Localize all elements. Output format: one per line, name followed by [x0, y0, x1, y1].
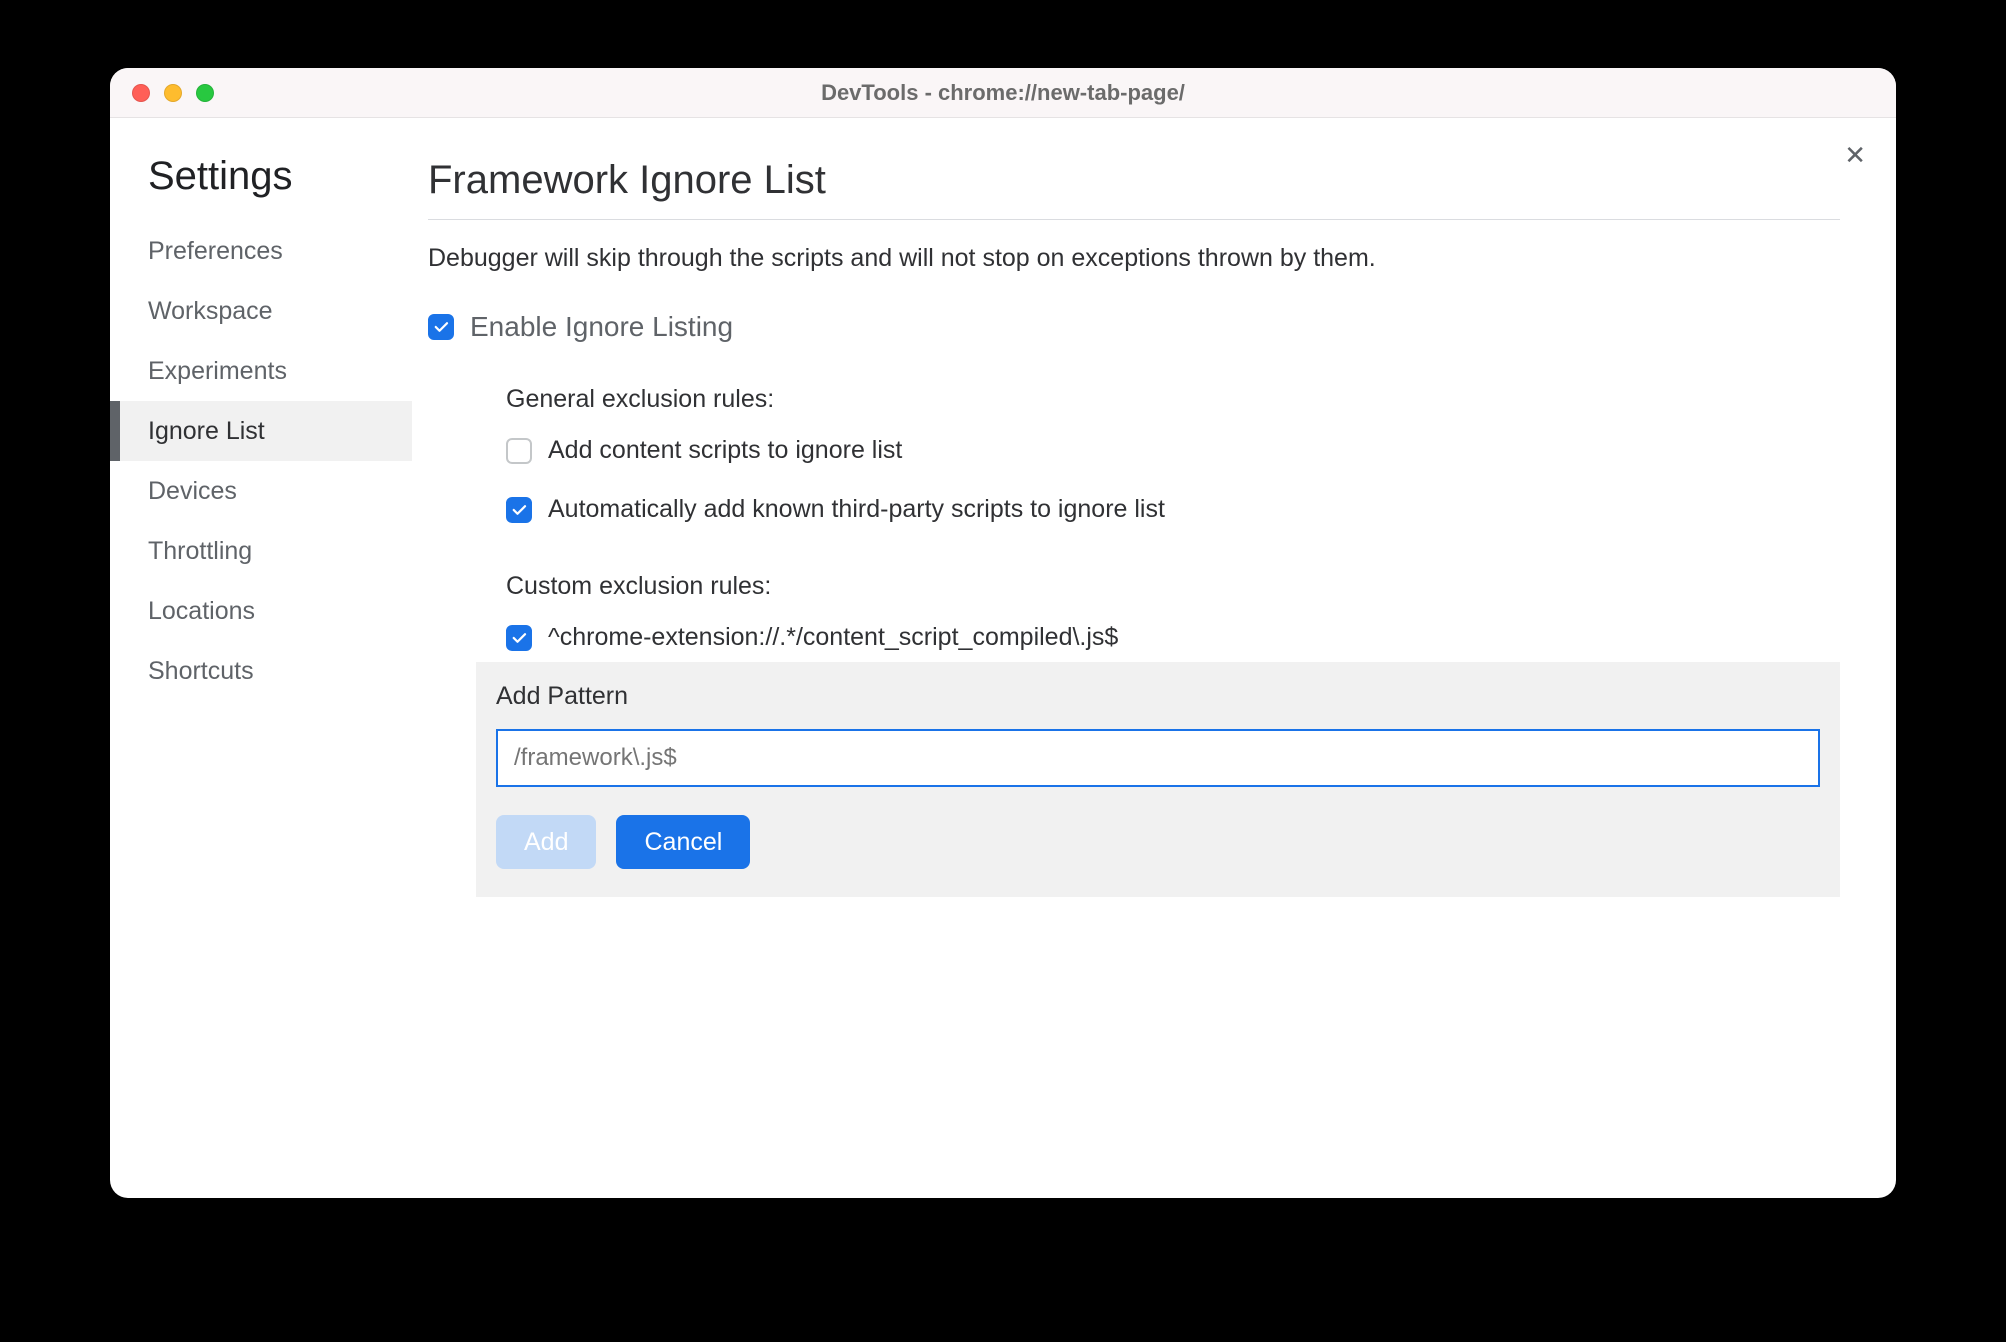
page-description: Debugger will skip through the scripts a… [428, 244, 1840, 273]
general-rule-row: Automatically add known third-party scri… [506, 495, 1840, 524]
enable-ignore-listing-label: Enable Ignore Listing [470, 311, 733, 343]
check-icon [510, 629, 528, 647]
window-close-button[interactable] [132, 84, 150, 102]
settings-sidebar: Settings Preferences Workspace Experimen… [110, 118, 412, 1198]
add-pattern-title: Add Pattern [496, 682, 1820, 711]
sidebar-item-shortcuts[interactable]: Shortcuts [110, 641, 412, 701]
add-pattern-panel: Add Pattern Add Cancel [476, 662, 1840, 897]
sidebar-item-label: Shortcuts [148, 657, 254, 686]
auto-third-party-checkbox[interactable] [506, 497, 532, 523]
divider [428, 219, 1840, 220]
sidebar-item-workspace[interactable]: Workspace [110, 281, 412, 341]
sidebar-item-preferences[interactable]: Preferences [110, 221, 412, 281]
window-minimize-button[interactable] [164, 84, 182, 102]
custom-rule-checkbox[interactable] [506, 625, 532, 651]
close-icon[interactable]: ✕ [1844, 142, 1866, 168]
content-area: ✕ Settings Preferences Workspace Experim… [110, 118, 1896, 1198]
custom-rule-row: ^chrome-extension://.*/content_script_co… [506, 623, 1840, 652]
general-rule-label: Add content scripts to ignore list [548, 436, 902, 465]
page-title: Framework Ignore List [428, 158, 1840, 203]
sidebar-title: Settings [110, 154, 412, 199]
check-icon [510, 501, 528, 519]
enable-ignore-listing-row: Enable Ignore Listing [428, 311, 1840, 343]
custom-rules-section: Custom exclusion rules: ^chrome-extensio… [428, 572, 1840, 652]
sidebar-item-locations[interactable]: Locations [110, 581, 412, 641]
custom-rule-label: ^chrome-extension://.*/content_script_co… [548, 623, 1118, 652]
titlebar: DevTools - chrome://new-tab-page/ [110, 68, 1896, 118]
add-content-scripts-checkbox[interactable] [506, 438, 532, 464]
sidebar-item-experiments[interactable]: Experiments [110, 341, 412, 401]
sidebar-item-throttling[interactable]: Throttling [110, 521, 412, 581]
pattern-input[interactable] [496, 729, 1820, 787]
custom-rules-heading: Custom exclusion rules: [506, 572, 1840, 601]
general-rules-section: General exclusion rules: Add content scr… [428, 385, 1840, 524]
general-rules-heading: General exclusion rules: [506, 385, 1840, 414]
sidebar-item-label: Devices [148, 477, 237, 506]
button-row: Add Cancel [496, 815, 1820, 869]
enable-ignore-listing-checkbox[interactable] [428, 314, 454, 340]
sidebar-item-label: Preferences [148, 237, 283, 266]
check-icon [432, 318, 450, 336]
general-rule-row: Add content scripts to ignore list [506, 436, 1840, 465]
sidebar-item-label: Ignore List [148, 417, 265, 446]
add-button[interactable]: Add [496, 815, 596, 869]
window-maximize-button[interactable] [196, 84, 214, 102]
sidebar-item-label: Workspace [148, 297, 273, 326]
sidebar-item-label: Throttling [148, 537, 252, 566]
sidebar-item-label: Locations [148, 597, 255, 626]
general-rule-label: Automatically add known third-party scri… [548, 495, 1165, 524]
traffic-lights [110, 84, 214, 102]
window-title: DevTools - chrome://new-tab-page/ [110, 80, 1896, 106]
cancel-button[interactable]: Cancel [616, 815, 750, 869]
main-panel: Framework Ignore List Debugger will skip… [412, 118, 1896, 1198]
sidebar-item-devices[interactable]: Devices [110, 461, 412, 521]
sidebar-item-label: Experiments [148, 357, 287, 386]
sidebar-item-ignore-list[interactable]: Ignore List [110, 401, 412, 461]
devtools-window: DevTools - chrome://new-tab-page/ ✕ Sett… [110, 68, 1896, 1198]
